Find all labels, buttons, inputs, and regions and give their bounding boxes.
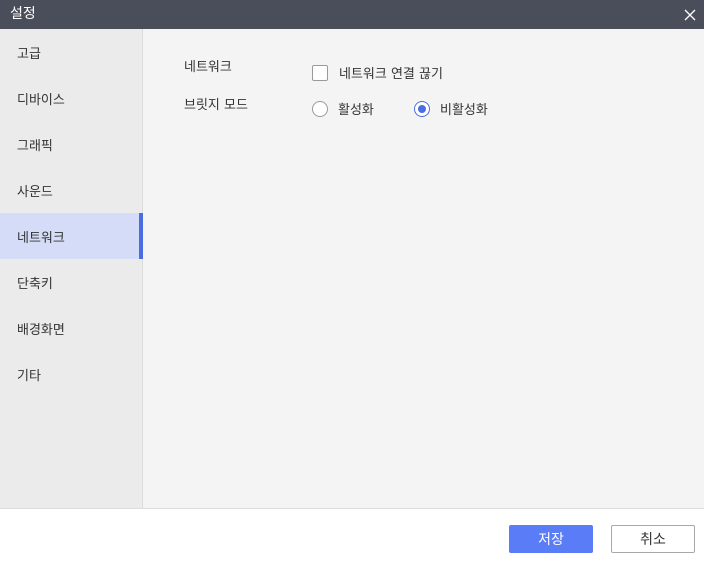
title-bar: 설정	[0, 0, 704, 29]
sidebar-item-label: 네트워크	[17, 230, 65, 246]
sidebar-item-label: 사운드	[17, 184, 53, 200]
cancel-button[interactable]: 취소	[611, 525, 695, 553]
sidebar-item-label: 단축키	[17, 276, 53, 292]
bridge-mode-enable-radio[interactable]	[312, 100, 328, 117]
sidebar-item-devices[interactable]: 디바이스	[0, 75, 143, 121]
network-label: 네트워크	[184, 60, 232, 75]
sidebar-item-sound[interactable]: 사운드	[0, 167, 143, 213]
sidebar-item-advanced[interactable]: 고급	[0, 29, 143, 75]
bridge-mode-disable-radio[interactable]	[414, 100, 430, 117]
sidebar-item-label: 배경화면	[17, 322, 65, 338]
settings-sidebar: 고급 디바이스 그래픽 사운드 네트워크 단축키 배경화면 기타	[0, 29, 143, 508]
disconnect-network-option[interactable]: 네트워크 연결 끊기	[312, 63, 443, 82]
sidebar-item-wallpaper[interactable]: 배경화면	[0, 305, 143, 351]
sidebar-item-label: 기타	[17, 368, 41, 384]
bridge-mode-disable-label: 비활성화	[440, 103, 488, 118]
sidebar-item-shortcuts[interactable]: 단축키	[0, 259, 143, 305]
window-title: 설정	[10, 6, 36, 22]
network-settings-panel: 네트워크 네트워크 연결 끊기 브릿지 모드 활성화 비활성화	[143, 29, 704, 508]
sidebar-item-network[interactable]: 네트워크	[0, 213, 143, 259]
sidebar-item-graphics[interactable]: 그래픽	[0, 121, 143, 167]
radio-selected-dot	[418, 104, 426, 113]
save-button[interactable]: 저장	[509, 525, 593, 553]
sidebar-item-label: 고급	[17, 46, 41, 62]
dialog-footer: 저장 취소	[0, 508, 704, 561]
bridge-mode-enable-label: 활성화	[338, 103, 374, 118]
sidebar-item-other[interactable]: 기타	[0, 351, 143, 397]
disconnect-network-label: 네트워크 연결 끊기	[339, 67, 443, 82]
close-icon	[684, 9, 696, 20]
close-button[interactable]	[676, 0, 704, 29]
bridge-mode-disable-option[interactable]: 비활성화	[414, 99, 488, 118]
bridge-mode-label: 브릿지 모드	[184, 98, 248, 113]
sidebar-item-label: 디바이스	[17, 92, 65, 108]
bridge-mode-enable-option[interactable]: 활성화	[312, 99, 374, 118]
sidebar-item-label: 그래픽	[17, 138, 53, 154]
disconnect-network-checkbox[interactable]	[312, 64, 328, 81]
